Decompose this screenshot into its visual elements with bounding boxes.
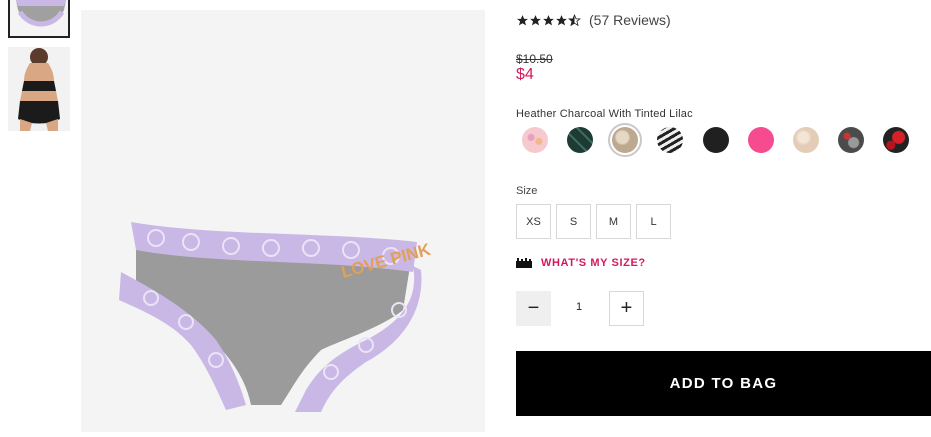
- add-to-bag-button[interactable]: ADD TO BAG: [516, 351, 931, 416]
- sale-price: $4: [516, 66, 534, 83]
- swatch-nude-lace[interactable]: [793, 127, 819, 153]
- selected-color-name: Heather Charcoal With Tinted Lilac: [516, 108, 693, 120]
- rating-stars: [516, 13, 581, 27]
- reviews-link[interactable]: (57 Reviews): [589, 12, 671, 28]
- quantity-increase-button[interactable]: +: [609, 291, 644, 326]
- swatch-black-white-stripe[interactable]: [657, 127, 683, 153]
- size-label: Size: [516, 185, 538, 197]
- size-xs-button[interactable]: XS: [516, 204, 551, 239]
- star-full-icon: [543, 14, 554, 25]
- swatch-grey-red-camo[interactable]: [838, 127, 864, 153]
- quantity-value[interactable]: 1: [556, 301, 602, 313]
- swatch-black[interactable]: [703, 127, 729, 153]
- size-guide-label: WHAT'S MY SIZE?: [541, 257, 646, 269]
- cheekster-panty-illustration: LOVE PINK: [119, 222, 433, 412]
- size-s-button[interactable]: S: [556, 204, 591, 239]
- swatch-pink-floral-print[interactable]: [522, 127, 548, 153]
- size-guide-link[interactable]: WHAT'S MY SIZE?: [516, 257, 646, 269]
- thumbnail-2[interactable]: [8, 47, 70, 131]
- swatch-black-red-print[interactable]: [883, 127, 909, 153]
- star-full-icon: [517, 14, 528, 25]
- rating-row[interactable]: (57 Reviews): [516, 12, 671, 28]
- product-main-image: LOVE PINK: [81, 10, 485, 432]
- star-full-icon: [530, 14, 541, 25]
- size-m-button[interactable]: M: [596, 204, 631, 239]
- star-full-icon: [556, 14, 567, 25]
- model-back-view-image: [8, 47, 70, 131]
- swatch-dark-green-plaid[interactable]: [567, 127, 593, 153]
- thumbnail-1[interactable]: [8, 0, 70, 38]
- quantity-decrease-button[interactable]: −: [516, 291, 551, 326]
- swatch-heather-charcoal-lilac[interactable]: [612, 127, 638, 153]
- panty-thumbnail-image: [16, 0, 66, 27]
- star-half-icon: [568, 13, 581, 26]
- ruler-icon: [516, 258, 532, 268]
- original-price: $10.50: [516, 52, 553, 66]
- swatch-hot-pink[interactable]: [748, 127, 774, 153]
- size-l-button[interactable]: L: [636, 204, 671, 239]
